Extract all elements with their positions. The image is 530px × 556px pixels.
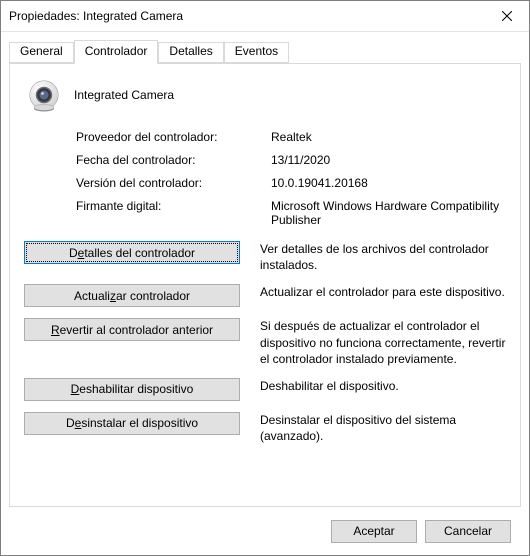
- ok-button[interactable]: Aceptar: [331, 520, 417, 543]
- uninstall-device-button[interactable]: Desinstalar el dispositivo: [24, 412, 240, 435]
- dialog-content: General Controlador Detalles Eventos: [1, 32, 529, 555]
- signer-label: Firmante digital:: [76, 199, 271, 227]
- close-button[interactable]: [484, 1, 529, 31]
- disable-device-button[interactable]: Deshabilitar dispositivo: [24, 378, 240, 401]
- button-label: Deshabilitar dispositivo: [71, 382, 194, 396]
- button-label: Actualizar controlador: [74, 289, 190, 303]
- tab-eventos[interactable]: Eventos: [224, 42, 289, 63]
- driver-details-button[interactable]: Detalles del controlador: [24, 241, 240, 264]
- version-label: Versión del controlador:: [76, 176, 271, 190]
- device-header: Integrated Camera: [24, 78, 506, 112]
- rollback-driver-button[interactable]: Revertir al controlador anterior: [24, 318, 240, 341]
- button-label: Detalles del controlador: [69, 246, 195, 260]
- date-value: 13/11/2020: [271, 153, 506, 167]
- tab-controlador[interactable]: Controlador: [74, 40, 159, 64]
- cancel-button[interactable]: Cancelar: [425, 520, 511, 543]
- camera-icon: [24, 78, 64, 112]
- tab-general[interactable]: General: [9, 42, 74, 63]
- provider-label: Proveedor del controlador:: [76, 130, 271, 144]
- tab-bar: General Controlador Detalles Eventos: [9, 40, 521, 63]
- device-name: Integrated Camera: [74, 88, 174, 102]
- dialog-footer: Aceptar Cancelar: [9, 507, 521, 555]
- driver-details-desc: Ver detalles de los archivos del control…: [260, 241, 506, 273]
- close-icon: [502, 11, 512, 21]
- disable-device-desc: Deshabilitar el dispositivo.: [260, 378, 506, 394]
- button-label: Desinstalar el dispositivo: [66, 416, 198, 430]
- uninstall-device-desc: Desinstalar el dispositivo del sistema (…: [260, 412, 506, 444]
- provider-value: Realtek: [271, 130, 506, 144]
- date-label: Fecha del controlador:: [76, 153, 271, 167]
- signer-value: Microsoft Windows Hardware Compatibility…: [271, 199, 506, 227]
- tab-detalles[interactable]: Detalles: [158, 42, 223, 63]
- button-label: Revertir al controlador anterior: [51, 323, 213, 337]
- rollback-driver-desc: Si después de actualizar el controlador …: [260, 318, 506, 367]
- properties-dialog: Propiedades: Integrated Camera General C…: [0, 0, 530, 556]
- update-driver-button[interactable]: Actualizar controlador: [24, 284, 240, 307]
- action-buttons: Detalles del controlador Ver detalles de…: [24, 241, 506, 444]
- tab-panel-controlador: Integrated Camera Proveedor del controla…: [9, 63, 521, 507]
- driver-properties: Proveedor del controlador: Realtek Fecha…: [76, 130, 506, 227]
- titlebar: Propiedades: Integrated Camera: [1, 1, 529, 32]
- update-driver-desc: Actualizar el controlador para este disp…: [260, 284, 506, 300]
- version-value: 10.0.19041.20168: [271, 176, 506, 190]
- window-title: Propiedades: Integrated Camera: [9, 9, 484, 23]
